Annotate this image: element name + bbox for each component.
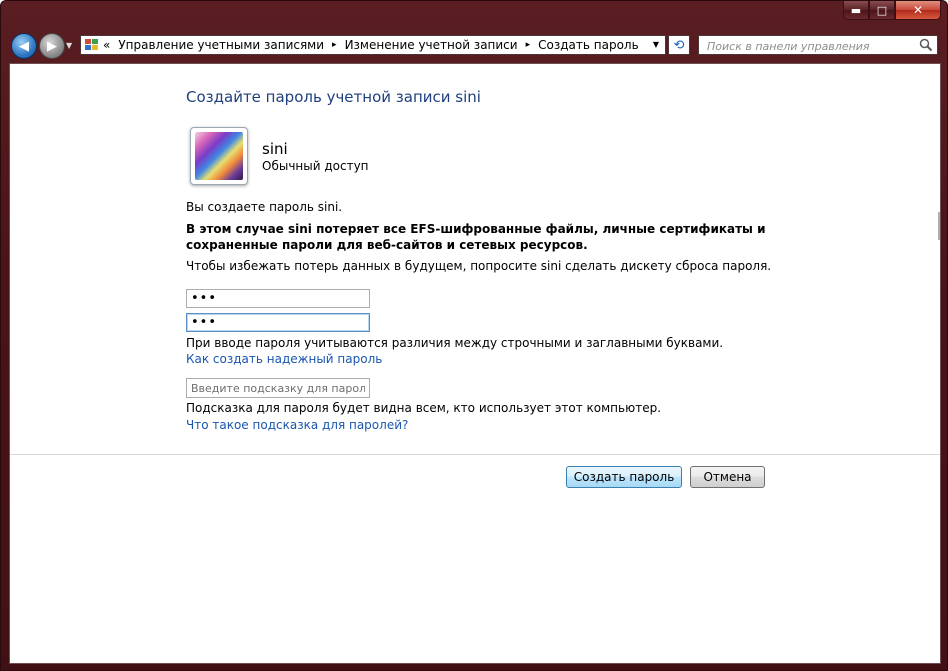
breadcrumb-separator-icon[interactable]: ▸ — [332, 40, 337, 50]
new-password-field[interactable] — [186, 289, 370, 308]
breadcrumb-overflow[interactable]: « — [103, 38, 110, 52]
breadcrumb-item[interactable]: Создать пароль — [538, 38, 639, 52]
advice-text: Чтобы избежать потерь данных в будущем, … — [186, 259, 772, 273]
cancel-button[interactable]: Отмена — [690, 466, 765, 488]
minimize-button[interactable]: ▬ — [843, 1, 869, 20]
address-bar[interactable]: « Управление учетными записями ▸ Изменен… — [80, 35, 666, 55]
search-icon[interactable] — [919, 38, 933, 52]
password-hint-help-link[interactable]: Что такое подсказка для паролей? — [186, 418, 408, 432]
info-text: Вы создаете пароль sini. — [186, 200, 343, 214]
breadcrumb: « Управление учетными записями ▸ Изменен… — [103, 38, 639, 52]
search-box[interactable] — [698, 35, 938, 55]
strong-password-link[interactable]: Как создать надежный пароль — [186, 352, 382, 366]
recent-pages-dropdown-icon[interactable]: ▼ — [66, 41, 72, 50]
back-arrow-icon[interactable]: ◀ — [11, 33, 37, 59]
maximize-button[interactable]: □ — [869, 1, 895, 20]
close-button[interactable]: ✕ — [895, 1, 941, 20]
address-dropdown-icon[interactable]: ▼ — [653, 40, 659, 49]
breadcrumb-item[interactable]: Изменение учетной записи — [345, 38, 518, 52]
password-hint-field[interactable] — [186, 378, 370, 398]
scrollbar[interactable] — [938, 212, 940, 240]
breadcrumb-item[interactable]: Управление учетными записями — [118, 38, 324, 52]
create-password-button[interactable]: Создать пароль — [566, 466, 682, 488]
hint-visibility-note: Подсказка для пароля будет видна всем, к… — [186, 401, 662, 415]
content-pane: Создайте пароль учетной записи sini sini… — [9, 63, 941, 664]
search-input[interactable] — [705, 37, 919, 55]
user-picture-image — [195, 132, 243, 180]
navigation-bar: ◀ ▶ ▼ « Управление учетными записями ▸ И… — [1, 29, 947, 63]
page-title: Создайте пароль учетной записи sini — [186, 88, 481, 106]
control-panel-icon — [85, 39, 99, 51]
confirm-password-field[interactable] — [186, 313, 370, 332]
refresh-icon[interactable]: ⟲ — [668, 35, 690, 55]
avatar — [190, 127, 248, 185]
breadcrumb-separator-icon[interactable]: ▸ — [526, 40, 531, 50]
caption-buttons: ▬ □ ✕ — [843, 1, 941, 21]
forward-arrow-icon[interactable]: ▶ — [39, 33, 65, 59]
case-sensitivity-note: При вводе пароля учитываются различия ме… — [186, 336, 724, 350]
warning-text: В этом случае sini потеряет все EFS-шифр… — [186, 222, 766, 252]
window-frame: ▬ □ ✕ ◀ ▶ ▼ « Управление учетными запися… — [0, 0, 948, 671]
user-account-type: Обычный доступ — [262, 159, 369, 173]
user-name: sini — [262, 140, 288, 158]
divider — [10, 454, 940, 455]
